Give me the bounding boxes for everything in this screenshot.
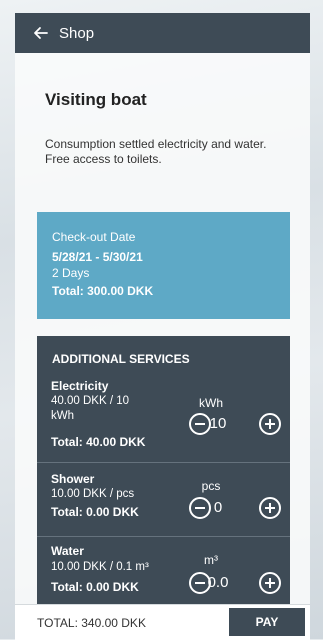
service-unit: pcs (201, 479, 221, 493)
checkout-label: Check-out Date (52, 230, 136, 244)
service-name: Electricity (51, 379, 109, 393)
app-header: Shop (15, 13, 310, 53)
plus-circle-icon[interactable] (259, 413, 281, 435)
service-unit: kWh (199, 396, 223, 410)
plus-circle-icon[interactable] (259, 572, 281, 594)
service-name: Shower (51, 472, 95, 486)
additional-services-panel: ADDITIONAL SERVICES Electricity 40.00 DK… (37, 336, 290, 604)
checkout-days: 2 Days (52, 266, 90, 280)
service-price: 10.00 DKK / pcs (51, 488, 135, 500)
checkout-panel[interactable]: Check-out Date 5/28/21 - 5/30/21 2 Days … (37, 212, 290, 319)
service-price: 40.00 DKK / 10 kWh (51, 395, 129, 422)
page-title: Visiting boat (45, 90, 147, 109)
divider (37, 536, 290, 537)
service-quantity: 0 (213, 499, 223, 516)
service-name: Water (51, 544, 84, 558)
service-quantity: 10 (209, 415, 227, 432)
divider (37, 462, 290, 463)
order-total: TOTAL: 340.00 DKK (37, 616, 146, 630)
header-title: Shop (59, 24, 95, 42)
service-price: 10.00 DKK / 0.1 m³ (51, 561, 149, 573)
pay-button[interactable]: PAY (229, 608, 305, 636)
description: Consumption settled electricity and wate… (45, 137, 285, 167)
shop-card: Visiting boat Consumption settled electr… (15, 53, 310, 604)
checkout-total: Total: 300.00 DKK (52, 284, 154, 298)
description-line: Free access to toilets. (45, 152, 162, 166)
arrow-left-icon[interactable] (33, 25, 49, 41)
service-unit: m³ (204, 553, 218, 567)
checkout-footer: TOTAL: 340.00 DKK PAY (15, 604, 310, 640)
description-line: Consumption settled electricity and wate… (45, 137, 267, 151)
service-total: Total: 0.00 DKK (51, 505, 139, 519)
plus-circle-icon[interactable] (259, 497, 281, 519)
checkout-dates: 5/28/21 - 5/30/21 (52, 250, 143, 264)
service-quantity: 0.0 (207, 574, 229, 591)
service-total: Total: 0.00 DKK (51, 580, 139, 594)
services-title: ADDITIONAL SERVICES (52, 352, 190, 366)
service-total: Total: 40.00 DKK (51, 435, 146, 449)
